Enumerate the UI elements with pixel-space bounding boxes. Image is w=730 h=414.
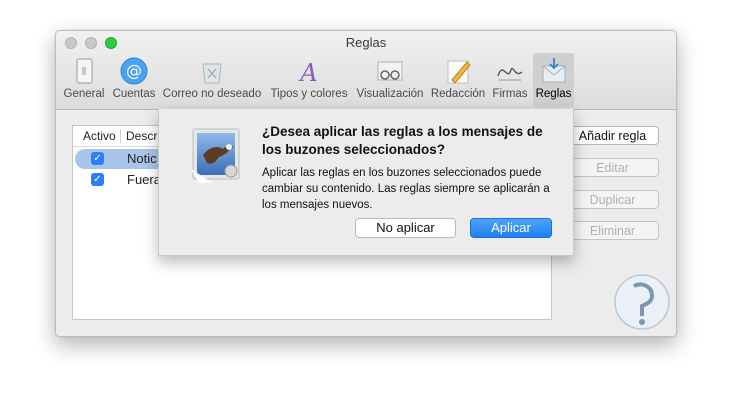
at-icon: @: [119, 56, 149, 86]
dialog-title: ¿Desea aplicar las reglas a los mensajes…: [262, 124, 543, 157]
glasses-icon: [375, 56, 405, 86]
tab-redaccion[interactable]: Redacción: [430, 53, 486, 107]
column-header-descripcion[interactable]: Descr: [126, 129, 157, 143]
active-checkbox[interactable]: ✓: [91, 173, 104, 186]
rules-icon: [539, 56, 569, 86]
pencil-icon: [443, 56, 473, 86]
font-icon: A: [294, 56, 324, 87]
toolbar: Reglas General @ Cuentas Correo no desea…: [56, 31, 676, 110]
tab-visualizacion[interactable]: Visualización: [354, 53, 426, 107]
general-icon: [69, 56, 99, 86]
watermark-logo: [612, 272, 672, 332]
column-divider: [120, 129, 121, 143]
rule-name: Fuera: [127, 172, 161, 187]
junk-icon: [197, 56, 227, 86]
svg-text:A: A: [298, 59, 317, 86]
mail-app-icon: [189, 125, 245, 183]
svg-text:@: @: [126, 61, 142, 80]
dialog-message: Aplicar las reglas en los buzones selecc…: [262, 167, 550, 211]
tab-correo-no-deseado[interactable]: Correo no deseado: [161, 53, 263, 107]
duplicate-rule-button[interactable]: Duplicar: [566, 190, 659, 209]
signature-icon: [495, 56, 525, 86]
dont-apply-button[interactable]: No aplicar: [355, 218, 456, 238]
rule-name: Notic: [127, 151, 157, 166]
tab-tipos-y-colores[interactable]: A Tipos y colores: [268, 53, 350, 107]
delete-rule-button[interactable]: Eliminar: [566, 221, 659, 240]
tab-firmas[interactable]: Firmas: [490, 53, 530, 107]
column-header-activo[interactable]: Activo: [83, 129, 116, 143]
tab-reglas[interactable]: Reglas: [533, 53, 574, 107]
edit-rule-button[interactable]: Editar: [566, 158, 659, 177]
tab-cuentas[interactable]: @ Cuentas: [110, 53, 158, 107]
apply-button[interactable]: Aplicar: [470, 218, 552, 238]
add-rule-button[interactable]: Añadir regla: [566, 126, 659, 145]
apply-rules-dialog: ¿Desea aplicar las reglas a los mensajes…: [158, 109, 574, 256]
active-checkbox[interactable]: ✓: [91, 152, 104, 165]
window-title: Reglas: [345, 35, 387, 50]
tab-general[interactable]: General: [63, 53, 105, 107]
